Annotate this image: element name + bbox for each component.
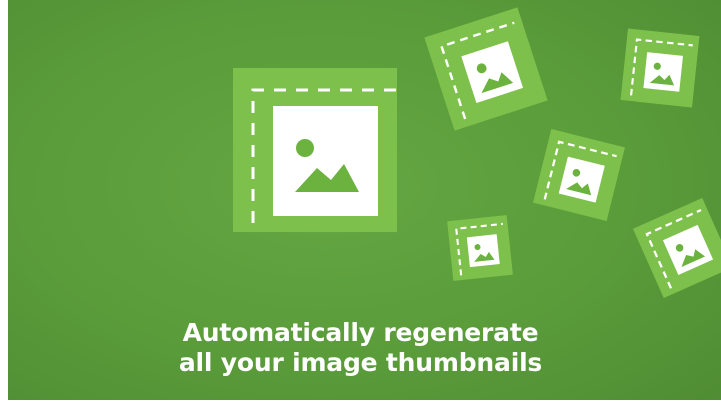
image-thumbnail-icon bbox=[632, 197, 721, 299]
tagline-line-2: all your image thumbnails bbox=[178, 348, 543, 377]
image-thumbnail-icon bbox=[424, 7, 548, 131]
thumbnail-bottom-right bbox=[632, 197, 721, 299]
tagline: Automatically regenerate all your image … bbox=[0, 318, 721, 378]
image-thumbnail-icon bbox=[447, 215, 513, 281]
tagline-line-1: Automatically regenerate bbox=[182, 318, 539, 347]
thumbnail-top-center bbox=[424, 7, 548, 131]
hero-banner: Automatically regenerate all your image … bbox=[0, 0, 721, 412]
image-thumbnail-icon bbox=[233, 68, 417, 252]
bottom-border bbox=[0, 400, 721, 412]
image-thumbnail-icon bbox=[620, 28, 700, 108]
thumbnail-top-right bbox=[620, 28, 700, 108]
thumbnail-bottom-left bbox=[447, 215, 513, 281]
image-thumbnail-icon bbox=[532, 128, 626, 222]
main-image-thumbnail bbox=[233, 68, 417, 252]
thumbnail-middle-right bbox=[532, 128, 626, 222]
